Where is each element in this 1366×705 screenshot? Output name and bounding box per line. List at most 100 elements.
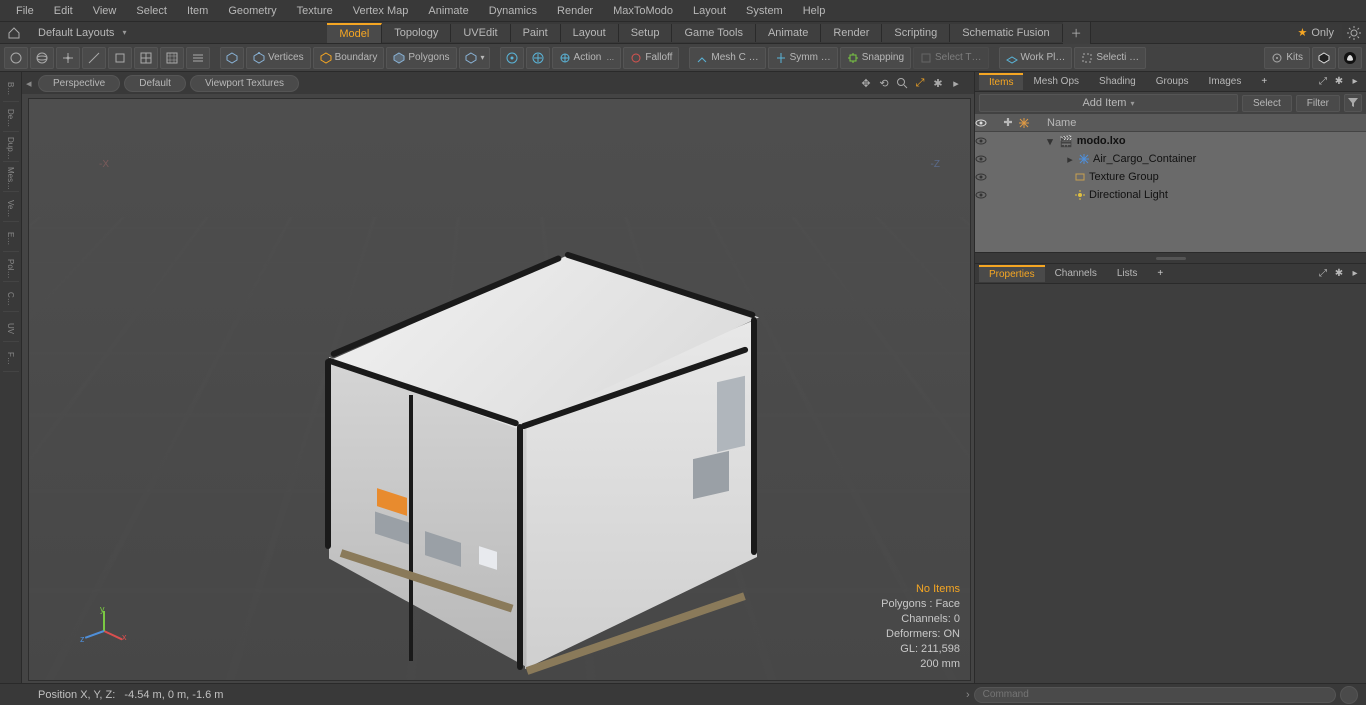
menu-texture[interactable]: Texture <box>287 2 343 20</box>
props-expand-icon[interactable]: ⤢ <box>1316 267 1330 281</box>
viewport-tab-perspective[interactable]: Perspective <box>38 75 120 92</box>
tab-add[interactable]: ＋ <box>1063 22 1091 44</box>
add-item-dropdown[interactable]: Add Item <box>979 94 1238 112</box>
menu-file[interactable]: File <box>6 2 44 20</box>
props-menu-icon[interactable]: ▸ <box>1348 267 1362 281</box>
menu-item[interactable]: Item <box>177 2 218 20</box>
falloff-button[interactable]: Falloff <box>623 47 679 69</box>
viewport-move-icon[interactable]: ✥ <box>858 75 874 91</box>
default-layouts-dropdown[interactable]: Default Layouts <box>28 25 136 41</box>
viewport-3d[interactable]: -X -Z <box>28 98 971 681</box>
props-gear-icon[interactable]: ✱ <box>1332 267 1346 281</box>
command-input[interactable] <box>974 687 1336 703</box>
snapping-button[interactable]: Snapping <box>840 47 911 69</box>
menu-view[interactable]: View <box>83 2 127 20</box>
tab-images[interactable]: Images <box>1199 74 1252 89</box>
col-add-icon[interactable]: ✚ <box>997 116 1019 129</box>
viewport-settings-icon[interactable]: ✱ <box>930 75 946 91</box>
tab-properties[interactable]: Properties <box>979 265 1045 282</box>
left-strip-uv[interactable]: UV <box>3 316 19 342</box>
left-strip-mesh[interactable]: Mes… <box>3 166 19 192</box>
tab-meshops[interactable]: Mesh Ops <box>1023 74 1089 89</box>
mode-pivot-icon[interactable]: ▾ <box>459 47 490 69</box>
mode-polygons-button[interactable]: Polygons <box>386 47 456 69</box>
menu-system[interactable]: System <box>736 2 793 20</box>
panel-divider[interactable] <box>975 252 1366 264</box>
filter-button[interactable]: Filter <box>1296 95 1340 112</box>
tab-setup[interactable]: Setup <box>619 24 673 42</box>
tab-render[interactable]: Render <box>821 24 882 42</box>
tab-topology[interactable]: Topology <box>382 24 451 42</box>
filter-funnel-icon[interactable] <box>1344 94 1362 112</box>
tab-schematic[interactable]: Schematic Fusion <box>950 24 1062 42</box>
panel-menu-icon[interactable]: ▸ <box>1348 75 1362 89</box>
viewport-options-icon[interactable]: ▸ <box>948 75 964 91</box>
menu-edit[interactable]: Edit <box>44 2 83 20</box>
prim-grid-icon[interactable] <box>134 47 158 69</box>
panel-expand-icon[interactable]: ⤢ <box>1316 75 1330 89</box>
center-a-icon[interactable] <box>500 47 524 69</box>
tab-channels[interactable]: Channels <box>1045 266 1107 281</box>
tree-row-light[interactable]: Directional Light <box>975 186 1366 204</box>
tree-row-mesh[interactable]: ▸Air_Cargo_Container <box>975 150 1366 168</box>
command-record-icon[interactable] <box>1340 686 1358 704</box>
tree-row-texgroup[interactable]: Texture Group <box>975 168 1366 186</box>
viewport-tab-default[interactable]: Default <box>124 75 186 92</box>
col-name-label[interactable]: Name <box>1041 117 1366 129</box>
prim-sphere-icon[interactable] <box>30 47 54 69</box>
workplane-button[interactable]: Work Pl… <box>999 47 1073 69</box>
select-through-button[interactable]: Select T… <box>913 47 989 69</box>
viewport-tab-prev-icon[interactable]: ◂ <box>26 77 34 90</box>
action-center-button[interactable]: Action… <box>552 47 622 69</box>
home-icon[interactable] <box>0 27 28 39</box>
tab-items[interactable]: Items <box>979 73 1023 90</box>
menu-vertexmap[interactable]: Vertex Map <box>343 2 419 20</box>
cube-engine-icon[interactable] <box>1312 47 1336 69</box>
col-visibility-icon[interactable] <box>975 119 997 127</box>
prim-circle-icon[interactable] <box>4 47 28 69</box>
tab-shading[interactable]: Shading <box>1089 74 1146 89</box>
left-strip-curve[interactable]: C… <box>3 286 19 312</box>
tab-gametools[interactable]: Game Tools <box>672 24 756 42</box>
menu-animate[interactable]: Animate <box>418 2 478 20</box>
tab-model[interactable]: Model <box>327 23 382 43</box>
menu-help[interactable]: Help <box>793 2 836 20</box>
only-toggle[interactable]: ★ Only <box>1290 24 1343 41</box>
prim-wireframe-icon[interactable] <box>160 47 184 69</box>
mesh-constraint-button[interactable]: Mesh C … <box>689 47 765 69</box>
menu-layout[interactable]: Layout <box>683 2 736 20</box>
tab-groups[interactable]: Groups <box>1146 74 1199 89</box>
mode-boundary-button[interactable]: Boundary <box>313 47 385 69</box>
tab-paint[interactable]: Paint <box>511 24 561 42</box>
tab-layout[interactable]: Layout <box>561 24 619 42</box>
unreal-icon[interactable] <box>1338 47 1362 69</box>
select-button[interactable]: Select <box>1242 95 1292 112</box>
tab-lists[interactable]: Lists <box>1107 266 1148 281</box>
tab-scripting[interactable]: Scripting <box>882 24 950 42</box>
prim-cube-icon[interactable] <box>108 47 132 69</box>
tab-uvedit[interactable]: UVEdit <box>451 24 510 42</box>
menu-select[interactable]: Select <box>126 2 177 20</box>
mode-object-icon[interactable] <box>220 47 244 69</box>
menu-dynamics[interactable]: Dynamics <box>479 2 547 20</box>
selection-sets-button[interactable]: Selecti … <box>1074 47 1146 69</box>
tree-row-scene[interactable]: ▾🎬modo.lxo <box>975 132 1366 150</box>
viewport-zoom-icon[interactable] <box>894 75 910 91</box>
menu-geometry[interactable]: Geometry <box>218 2 286 20</box>
menu-render[interactable]: Render <box>547 2 603 20</box>
left-strip-polygon[interactable]: Pol… <box>3 256 19 282</box>
panel-gear-icon[interactable]: ✱ <box>1332 75 1346 89</box>
viewport-rotate-icon[interactable]: ⟲ <box>876 75 892 91</box>
symmetry-button[interactable]: Symm … <box>768 47 838 69</box>
viewport-tab-textures[interactable]: Viewport Textures <box>190 75 299 92</box>
menu-maxtomodo[interactable]: MaxToModo <box>603 2 683 20</box>
tab-add-panel[interactable]: + <box>1251 74 1277 89</box>
prim-line-icon[interactable] <box>82 47 106 69</box>
mode-vertices-button[interactable]: Vertices <box>246 47 311 69</box>
viewport-maximize-icon[interactable]: ⤢ <box>912 75 928 91</box>
left-strip-edge[interactable]: E… <box>3 226 19 252</box>
prim-point-icon[interactable] <box>56 47 80 69</box>
left-strip-f[interactable]: F… <box>3 346 19 372</box>
tab-props-add[interactable]: + <box>1147 266 1173 281</box>
left-strip-basic[interactable]: B… <box>3 76 19 102</box>
